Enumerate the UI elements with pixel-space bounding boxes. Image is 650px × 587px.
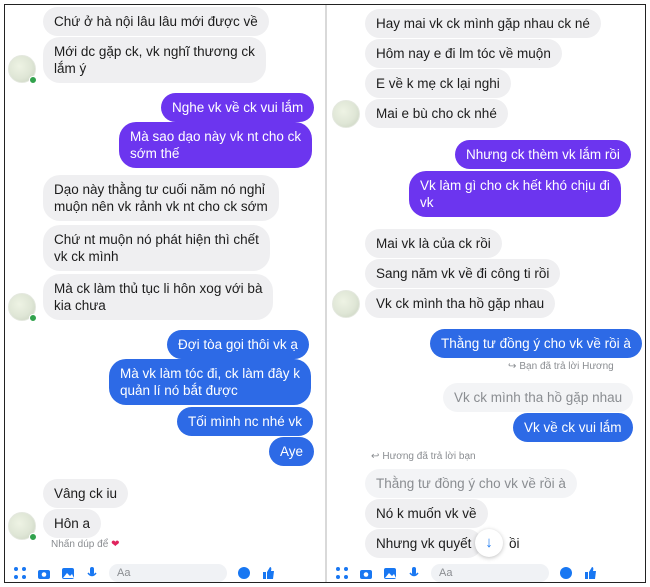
reaction-note: Nhấn dúp để ❤: [51, 539, 120, 550]
message-outgoing: Aye: [269, 437, 315, 466]
apps-icon[interactable]: [13, 566, 27, 580]
message-incoming: Mới dc gặp ck, vk nghĩ thương ck lắm ý: [43, 37, 266, 83]
camera-icon[interactable]: [359, 566, 373, 580]
scroll-down-arrow-icon[interactable]: ↓: [475, 529, 503, 557]
image-icon[interactable]: [383, 566, 397, 580]
reply-note: ↩ Hương đã trả lời bạn: [371, 451, 476, 462]
reply-note: ↪ Bạn đã trả lời Hương: [508, 361, 614, 372]
message-incoming: Mai e bù cho ck nhé: [365, 99, 508, 128]
message-outgoing: Tối mình nc nhé vk: [177, 407, 314, 436]
message-outgoing: Đợi tòa gọi thôi vk ạ: [167, 330, 309, 359]
message-incoming: Hay mai vk ck mình gặp nhau ck né: [365, 9, 601, 38]
reply-arrow-icon: ↩: [371, 451, 380, 462]
message-outgoing: Nhưng ck thèm vk lắm rồi: [455, 140, 631, 169]
contact-avatar[interactable]: [332, 100, 360, 128]
apps-icon[interactable]: [335, 566, 349, 580]
message-incoming: Hôm nay e đi lm tóc về muộn: [365, 39, 562, 68]
message-outgoing: Nghe vk về ck vui lắm: [161, 93, 315, 122]
message-incoming: Hôn a: [43, 509, 102, 538]
message-incoming: Chứ nt muộn nó phát hiện thì chết vk ck …: [43, 225, 270, 271]
right-chat-panel: Hay mai vk ck mình gặp nhau ck né Hôm na…: [327, 5, 645, 582]
composer-toolbar: Aa: [5, 564, 275, 582]
composer-toolbar: Aa: [327, 564, 597, 582]
emoji-icon[interactable]: [237, 566, 251, 580]
online-status-dot: [29, 533, 37, 541]
message-incoming: E về k mẹ ck lại nghi: [365, 69, 511, 98]
message-incoming: Mà ck làm thủ tục li hôn xog với bà kia …: [43, 274, 274, 320]
message-input[interactable]: Aa: [431, 564, 549, 582]
camera-icon[interactable]: [37, 566, 51, 580]
heart-reaction-icon: ❤: [111, 539, 120, 550]
screenshot-collage: Chứ ở hà nội lâu lâu mới được về Mới dc …: [4, 4, 646, 583]
message-incoming: Nhưng vk quyết: [365, 529, 483, 558]
message-incoming: Vk ck mình tha hồ gặp nhau: [365, 289, 556, 318]
message-incoming: Dạo này thằng tư cuối năm nó nghỉ muộn n…: [43, 175, 279, 221]
message-input[interactable]: Aa: [109, 564, 227, 582]
emoji-icon[interactable]: [559, 566, 573, 580]
message-incoming: Mai vk là của ck rồi: [365, 229, 502, 258]
message-incoming: Chứ ở hà nội lâu lâu mới được về: [43, 7, 269, 36]
message-incoming: Sang năm vk về đi công ti rồi: [365, 259, 561, 288]
like-icon[interactable]: [583, 566, 597, 580]
message-incoming: Vâng ck iu: [43, 479, 129, 508]
message-incoming-tail: ồi: [509, 536, 520, 551]
reply-arrow-icon: ↪: [508, 361, 517, 372]
message-outgoing: Vk về ck vui lắm: [513, 413, 633, 442]
message-outgoing: Thằng tư đồng ý cho vk về rồi à: [430, 329, 642, 358]
online-status-dot: [29, 314, 37, 322]
message-incoming: Nó k muốn vk về: [365, 499, 488, 528]
contact-avatar[interactable]: [332, 290, 360, 318]
microphone-icon[interactable]: [407, 566, 421, 580]
left-chat-panel: Chứ ở hà nội lâu lâu mới được về Mới dc …: [5, 5, 325, 582]
online-status-dot: [29, 76, 37, 84]
message-outgoing: Mà sao dạo này vk nt cho ck sớm thế: [119, 122, 313, 168]
message-outgoing: Vk làm gì cho ck hết khó chịu đi vk: [409, 171, 621, 217]
image-icon[interactable]: [61, 566, 75, 580]
like-icon[interactable]: [261, 566, 275, 580]
quoted-message[interactable]: Thằng tư đồng ý cho vk về rồi à: [365, 469, 577, 498]
microphone-icon[interactable]: [85, 566, 99, 580]
message-outgoing: Mà vk làm tóc đi, ck làm đây k quản lí n…: [109, 359, 312, 405]
quoted-message[interactable]: Vk ck mình tha hồ gặp nhau: [443, 383, 634, 412]
